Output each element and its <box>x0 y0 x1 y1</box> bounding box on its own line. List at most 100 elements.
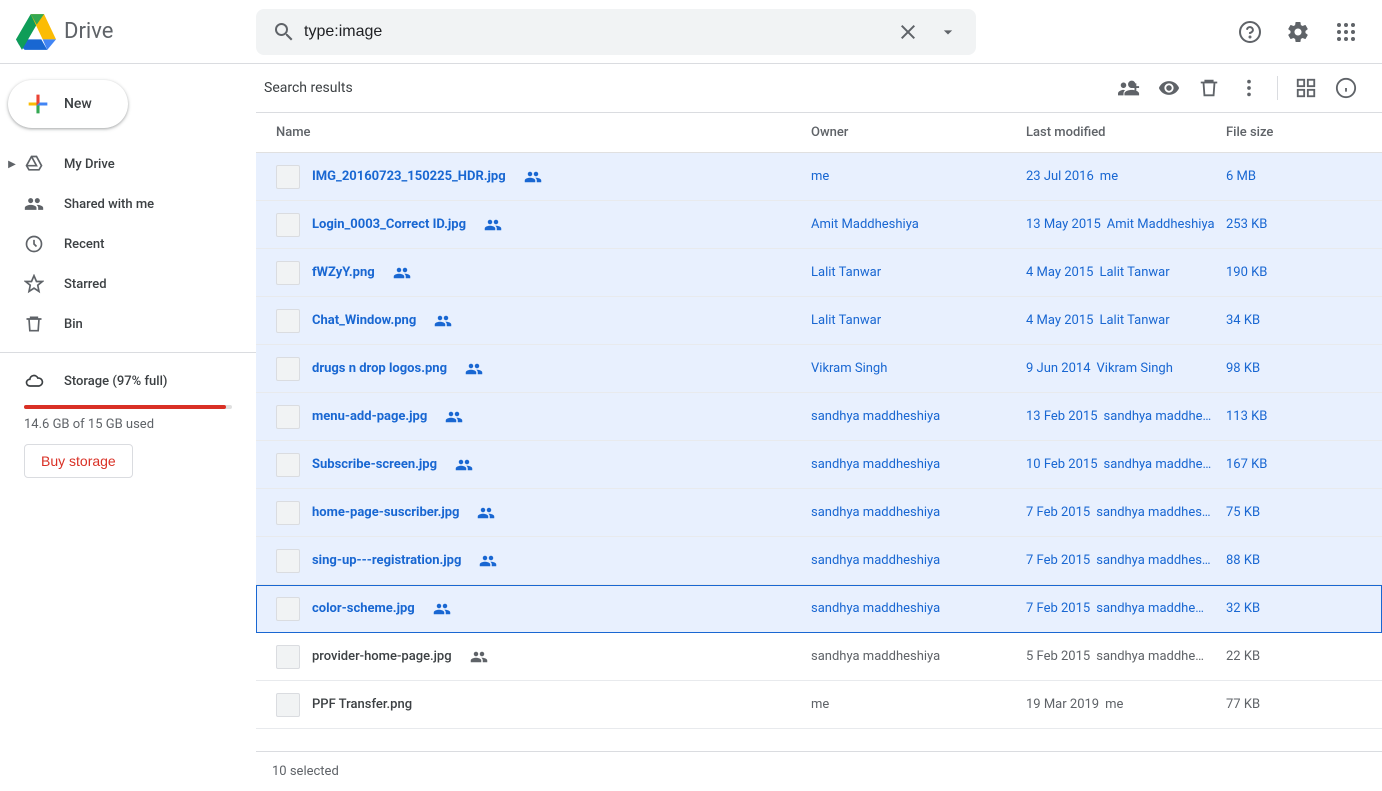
file-name: sing-up---registration.jpg <box>312 553 461 568</box>
preview-icon[interactable] <box>1149 68 1189 108</box>
table-row[interactable]: sing-up---registration.jpg sandhya maddhe… <box>256 537 1382 585</box>
sidebar-item-mydrive[interactable]: My Drive <box>24 144 127 184</box>
file-thumbnail <box>276 693 300 717</box>
file-owner: Lalit Tanwar <box>811 265 1026 280</box>
grid-view-icon[interactable] <box>1286 68 1326 108</box>
file-size: 6 MB <box>1226 169 1366 184</box>
search-icon[interactable] <box>264 12 304 52</box>
main: Search results <box>256 64 1382 791</box>
buy-storage-button[interactable]: Buy storage <box>24 444 133 478</box>
shared-badge-icon <box>434 312 452 330</box>
search-input[interactable] <box>304 9 888 55</box>
file-size: 113 KB <box>1226 409 1366 424</box>
table-row[interactable]: menu-add-page.jpgsandhya maddheshiya13 F… <box>256 393 1382 441</box>
shared-badge-icon <box>433 600 451 618</box>
app-title: Drive <box>64 19 113 44</box>
file-owner: sandhya maddheshiya <box>811 505 1026 520</box>
star-icon <box>24 274 44 294</box>
col-header-owner[interactable]: Owner <box>811 125 1026 140</box>
file-thumbnail <box>276 405 300 429</box>
file-modified: 19 Mar 2019me <box>1026 697 1226 712</box>
table-row[interactable]: Login_0003_Correct ID.jpgAmit Maddheshiy… <box>256 201 1382 249</box>
delete-icon[interactable] <box>1189 68 1229 108</box>
file-name: PPF Transfer.png <box>312 697 412 712</box>
sidebar-item-label: Shared with me <box>64 197 154 212</box>
more-actions-icon[interactable] <box>1229 68 1269 108</box>
table-row[interactable]: provider-home-page.jpgsandhya maddheshiy… <box>256 633 1382 681</box>
table-row[interactable]: color-scheme.jpgsandhya maddheshiya7 Feb… <box>256 585 1382 633</box>
file-modified: 4 May 2015Lalit Tanwar <box>1026 313 1226 328</box>
file-modified: 7 Feb 2015sandhya maddhe… <box>1026 601 1226 616</box>
file-size: 167 KB <box>1226 457 1366 472</box>
file-modified: 7 Feb 2015sandhya maddhes… <box>1026 553 1226 568</box>
file-thumbnail <box>276 261 300 285</box>
table-row[interactable]: PPF Transfer.pngme19 Mar 2019me77 KB <box>256 681 1382 729</box>
sidebar-item-bin[interactable]: Bin <box>0 304 256 344</box>
shared-badge-icon <box>484 216 502 234</box>
file-size: 22 KB <box>1226 649 1366 664</box>
sidebar-item-label: My Drive <box>64 157 115 172</box>
col-header-modified[interactable]: Last modified <box>1026 125 1226 140</box>
file-thumbnail <box>276 309 300 333</box>
sidebar-item-storage[interactable]: Storage (97% full) <box>24 361 232 401</box>
file-name: Subscribe-screen.jpg <box>312 457 437 472</box>
share-icon[interactable] <box>1109 68 1149 108</box>
search-bar <box>256 9 976 55</box>
file-name: home-page-suscriber.jpg <box>312 505 459 520</box>
table-row[interactable]: home-page-suscriber.jpg sandhya maddheshi… <box>256 489 1382 537</box>
support-icon[interactable] <box>1230 12 1270 52</box>
shared-badge-icon <box>524 168 542 186</box>
col-header-name[interactable]: Name <box>276 125 811 140</box>
trash-icon <box>24 314 44 334</box>
file-size: 34 KB <box>1226 313 1366 328</box>
search-options-icon[interactable] <box>928 12 968 52</box>
sidebar-item-recent[interactable]: Recent <box>0 224 256 264</box>
file-modified: 13 May 2015Amit Maddheshiya <box>1026 217 1226 232</box>
apps-icon[interactable] <box>1326 12 1366 52</box>
file-size: 190 KB <box>1226 265 1366 280</box>
sidebar-item-starred[interactable]: Starred <box>0 264 256 304</box>
file-name: Login_0003_Correct ID.jpg <box>312 217 466 232</box>
file-size: 75 KB <box>1226 505 1366 520</box>
sidebar: New ▶ My Drive Shared with me <box>0 64 256 791</box>
table-row[interactable]: Chat_Window.png Lalit Tanwar4 May 2015Lal… <box>256 297 1382 345</box>
file-size: 98 KB <box>1226 361 1366 376</box>
header: Drive <box>0 0 1382 64</box>
sidebar-item-shared[interactable]: Shared with me <box>0 184 256 224</box>
shared-badge-icon <box>393 264 411 282</box>
table-row[interactable]: fWZyY.pngLalit Tanwar4 May 2015Lalit Tan… <box>256 249 1382 297</box>
file-size: 88 KB <box>1226 553 1366 568</box>
table-row[interactable]: drugs n drop logos.png Vikram Singh9 Jun … <box>256 345 1382 393</box>
expand-arrow-icon[interactable]: ▶ <box>0 159 24 170</box>
settings-icon[interactable] <box>1278 12 1318 52</box>
file-owner: Lalit Tanwar <box>811 313 1026 328</box>
file-modified: 9 Jun 2014Vikram Singh <box>1026 361 1226 376</box>
file-owner: sandhya maddheshiya <box>811 409 1026 424</box>
file-thumbnail <box>276 501 300 525</box>
storage-bar <box>24 405 232 409</box>
table-row[interactable]: IMG_20160723_150225_HDR.jpgme23 Jul 2016… <box>256 153 1382 201</box>
col-header-size[interactable]: File size <box>1226 125 1366 140</box>
new-button-label: New <box>64 96 92 112</box>
file-owner: sandhya maddheshiya <box>811 553 1026 568</box>
file-modified: 10 Feb 2015sandhya maddhe… <box>1026 457 1226 472</box>
file-owner: Vikram Singh <box>811 361 1026 376</box>
sidebar-item-label: Bin <box>64 317 83 332</box>
file-name: drugs n drop logos.png <box>312 361 447 376</box>
clear-search-icon[interactable] <box>888 12 928 52</box>
storage-used-text: 14.6 GB of 15 GB used <box>24 417 232 432</box>
drive-logo-icon <box>16 12 56 52</box>
plus-icon <box>24 90 52 118</box>
file-thumbnail <box>276 549 300 573</box>
file-name: Chat_Window.png <box>312 313 416 328</box>
toolbar: Search results <box>256 64 1382 112</box>
table-row[interactable]: Subscribe-screen.jpgsandhya maddheshiya1… <box>256 441 1382 489</box>
logo-area[interactable]: Drive <box>16 12 248 52</box>
page-title: Search results <box>260 80 353 96</box>
storage-label: Storage (97% full) <box>64 374 167 389</box>
file-size: 253 KB <box>1226 217 1366 232</box>
new-button[interactable]: New <box>8 80 128 128</box>
file-size: 77 KB <box>1226 697 1366 712</box>
details-icon[interactable] <box>1326 68 1366 108</box>
file-owner: sandhya maddheshiya <box>811 601 1026 616</box>
